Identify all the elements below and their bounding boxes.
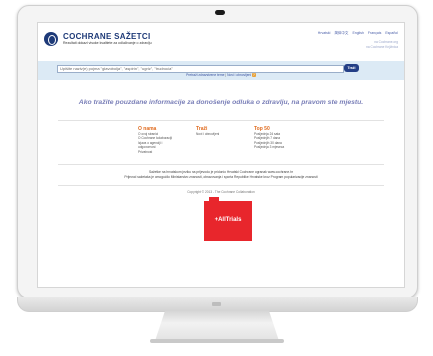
- external-links: na Cochrane.org na Cochrane Knjižnica: [366, 40, 398, 50]
- divider: [58, 164, 384, 165]
- column-top50: Top 50 Posljednja 24 sata Posljednjih 7 …: [254, 126, 296, 154]
- translation-info: Sažetke na hrvatskom jeziku na prijevodu…: [38, 170, 404, 180]
- search-input[interactable]: Upišite naziv(e) pojma "glavobolja", "as…: [57, 65, 344, 73]
- about-link[interactable]: Izjava o agenciji i odgovornost: [138, 141, 180, 150]
- top50-link[interactable]: Posljednja 3 mjeseca: [254, 145, 296, 149]
- language-switcher: Hrvatski 简体中文 English Français Español: [318, 31, 398, 36]
- health-topics-link[interactable]: Pretraži zdravstvene teme: [186, 73, 224, 77]
- column-about: O nama O ovoj stranici O Cochrane kolabo…: [138, 126, 180, 154]
- monitor-stand-base: [150, 339, 284, 343]
- cochrane-library-link[interactable]: na Cochrane Knjižnica: [366, 45, 398, 50]
- monitor-stand: [155, 311, 279, 341]
- divider: [58, 185, 384, 186]
- site-logo[interactable]: COCHRANE SAŽETCI Rezultati dokazi visoke…: [44, 32, 152, 46]
- language-link-fr[interactable]: Français: [368, 31, 381, 36]
- info-line: Prijevod sažetaka je omogućilo Ministars…: [124, 175, 318, 179]
- tagline: Ako tražite pouzdane informacije za dono…: [78, 99, 364, 106]
- search-column-link[interactable]: Novi i obnovljeni: [196, 132, 238, 136]
- about-link[interactable]: Privatnost: [138, 150, 180, 154]
- site-title: COCHRANE SAŽETCI: [63, 32, 151, 41]
- footer-columns: O nama O ovoj stranici O Cochrane kolabo…: [138, 126, 296, 154]
- search-links: Pretraži zdravstvene teme | Novi i obnov…: [38, 73, 404, 77]
- language-link-en[interactable]: English: [352, 31, 363, 36]
- browser-screen: COCHRANE SAŽETCI Rezultati dokazi visoke…: [37, 22, 405, 288]
- webcam-icon: [215, 10, 225, 15]
- column-search: Traži Novi i obnovljeni: [196, 126, 238, 154]
- new-updated-link[interactable]: Novi i obnovljeni: [227, 73, 251, 77]
- search-button[interactable]: Traži: [344, 64, 359, 72]
- language-link-es[interactable]: Español: [385, 31, 398, 36]
- cochrane-logo-icon: [44, 32, 58, 46]
- copyright: Copyright © 2013 - The Cochrane Collabor…: [187, 190, 255, 194]
- site-subtitle: Rezultati dokazi visoke kvalitete za odl…: [63, 41, 152, 45]
- alltrials-label[interactable]: +AllTrials: [204, 217, 252, 223]
- language-link-zh[interactable]: 简体中文: [334, 31, 348, 36]
- language-link-hr[interactable]: Hrvatski: [318, 31, 331, 36]
- search-band: Upišite naziv(e) pojma "glavobolja", "as…: [38, 61, 404, 80]
- monitor-logo-icon: [212, 302, 221, 306]
- help-icon[interactable]: ?: [252, 73, 256, 77]
- divider: [58, 120, 384, 121]
